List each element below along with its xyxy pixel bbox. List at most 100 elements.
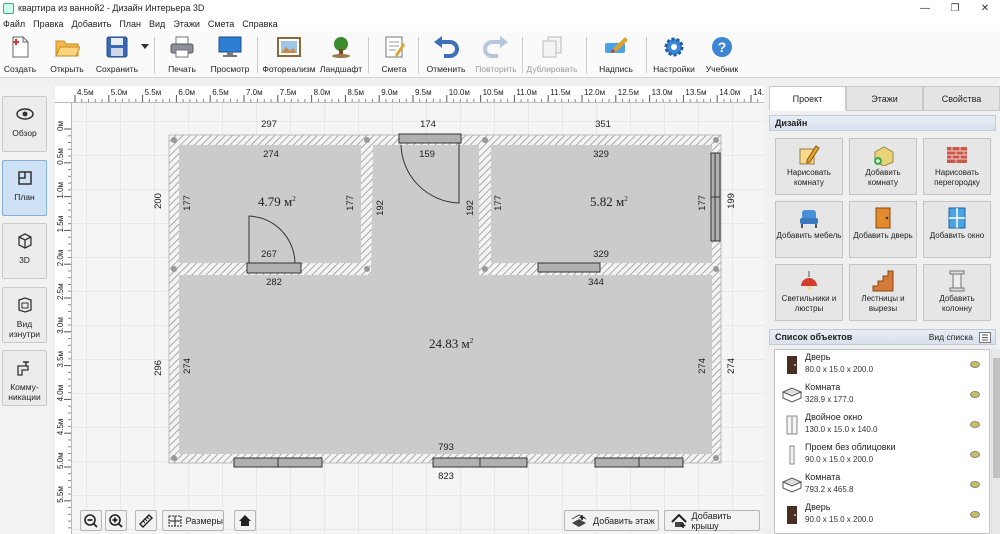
object-list: Дверь 80.0 x 15.0 x 200.0 Комната 328.9 … — [774, 349, 990, 534]
tab-floors[interactable]: Этажи — [846, 86, 923, 111]
visibility-icon[interactable] — [970, 421, 980, 428]
corridor[interactable] — [371, 145, 479, 263]
menu-add[interactable]: Добавить — [69, 19, 117, 29]
visibility-icon[interactable] — [970, 391, 980, 398]
undo-arrow-icon — [433, 34, 459, 60]
menu-help[interactable]: Справка — [239, 19, 282, 29]
print-button[interactable]: Печать — [164, 34, 200, 76]
add-floor-button[interactable]: Добавить этаж — [564, 510, 659, 531]
save-dropdown-arrow[interactable] — [140, 34, 150, 76]
tab-properties[interactable]: Свойства — [923, 86, 1000, 111]
preview-button[interactable]: Просмотр — [210, 34, 250, 76]
menu-view[interactable]: Вид — [146, 19, 170, 29]
visibility-icon[interactable] — [970, 451, 980, 458]
list-item[interactable]: Двойное окно 130.0 x 15.0 x 140.0 — [775, 410, 985, 440]
room2-opening[interactable] — [537, 262, 601, 273]
measure-button[interactable] — [135, 510, 157, 531]
printer-icon — [169, 34, 195, 60]
menu-file[interactable]: Файл — [0, 19, 30, 29]
ruler-label: 11.0м — [516, 88, 536, 97]
ruler-label: 9.0м — [381, 88, 398, 97]
open-button[interactable]: Открыть — [47, 34, 87, 76]
entrance-door[interactable] — [398, 133, 462, 144]
gear-icon — [661, 34, 687, 60]
duplicate-button[interactable]: Дублировать — [524, 34, 580, 76]
overview-button[interactable]: Обзор — [2, 96, 47, 152]
menu-estimate[interactable]: Смета — [205, 19, 239, 29]
view-3d-button[interactable]: 3D — [2, 223, 47, 279]
eye-icon — [15, 106, 34, 122]
faucet-icon — [16, 360, 34, 376]
double-window-icon — [781, 414, 803, 436]
minimize-button[interactable]: — — [910, 0, 940, 16]
redo-button[interactable]: Повторить — [474, 34, 518, 76]
dim-room1-right: 177 — [345, 195, 356, 211]
view-list-label[interactable]: Вид списка — [929, 332, 973, 342]
add-door-button[interactable]: Добавить дверь — [849, 201, 917, 258]
draw-partition-button[interactable]: Нарисовать перегородку — [923, 138, 991, 195]
landscape-button[interactable]: Ландшафт — [319, 34, 363, 76]
corridor-wall[interactable] — [361, 145, 373, 275]
dim-room2-width: 329 — [593, 149, 609, 160]
wall-corridor-right[interactable] — [479, 145, 491, 275]
menu-floors[interactable]: Этажи — [170, 19, 205, 29]
ruler-label: 14.5м — [753, 88, 764, 97]
save-button[interactable]: Сохранить — [94, 34, 140, 76]
settings-button[interactable]: Настройки — [652, 34, 696, 76]
undo-button[interactable]: Отменить — [426, 34, 466, 76]
tutorial-button[interactable]: ? Учебник — [702, 34, 742, 76]
big-room[interactable] — [179, 275, 712, 454]
add-column-button[interactable]: Добавить колонну — [923, 264, 991, 321]
home-button[interactable] — [234, 510, 256, 531]
ruler-label: 13.5м — [685, 88, 706, 97]
menu-edit[interactable]: Правка — [30, 19, 68, 29]
dimensions-button[interactable]: Размеры — [162, 510, 224, 531]
list-view-icon[interactable] — [979, 331, 991, 343]
ruler-label: 6.5м — [212, 88, 229, 97]
visibility-icon[interactable] — [970, 481, 980, 488]
zoom-out-button[interactable] — [80, 510, 102, 531]
visibility-icon[interactable] — [970, 511, 980, 518]
stairs-button[interactable]: Лестницы и вырезы — [849, 264, 917, 321]
ruler-label: 5.0м — [56, 452, 65, 469]
communications-button[interactable]: Комму- никации — [2, 350, 47, 406]
photoreal-button[interactable]: Фотореализм — [262, 34, 316, 76]
add-roof-icon — [671, 513, 687, 528]
object-list-scrollbar[interactable] — [991, 349, 1000, 534]
scrollbar-thumb[interactable] — [993, 358, 1000, 478]
corridor-gap — [371, 263, 479, 275]
list-item[interactable]: Комната 793.2 x 465.8 — [775, 470, 985, 500]
inside-view-button[interactable]: Вид изнутри — [2, 287, 47, 343]
lights-button[interactable]: Светильники и люстры — [775, 264, 843, 321]
create-button[interactable]: Создать — [2, 34, 38, 76]
dim-right-outer-bottom: 274 — [726, 358, 737, 374]
toolbar-divider — [418, 37, 419, 73]
estimate-button[interactable]: Смета — [378, 34, 410, 76]
add-room-icon — [872, 144, 894, 166]
list-item[interactable]: Комната 328.9 x 177.0 — [775, 380, 985, 410]
door-icon — [781, 504, 803, 526]
visibility-icon[interactable] — [970, 361, 980, 368]
zoom-out-icon — [84, 513, 98, 528]
close-button[interactable]: ✕ — [970, 0, 1000, 16]
list-item[interactable]: Дверь 80.0 x 15.0 x 200.0 — [775, 350, 985, 380]
tab-project[interactable]: Проект — [769, 86, 846, 111]
add-room-button[interactable]: Добавить комнату — [849, 138, 917, 195]
zoom-in-button[interactable] — [105, 510, 127, 531]
list-item[interactable]: Проем без облицовки 90.0 x 15.0 x 200.0 — [775, 440, 985, 470]
maximize-button[interactable]: ❐ — [940, 0, 970, 16]
list-item[interactable]: Дверь 90.0 x 15.0 x 200.0 — [775, 500, 985, 530]
plan-button[interactable]: План — [2, 160, 47, 216]
wall-mid-right[interactable] — [491, 263, 712, 275]
add-window-button[interactable]: Добавить окно — [923, 201, 991, 258]
notepad-icon — [381, 34, 407, 60]
add-roof-button[interactable]: Добавить крышу — [664, 510, 760, 531]
add-furniture-button[interactable]: Добавить мебель — [775, 201, 843, 258]
menu-plan[interactable]: План — [116, 19, 146, 29]
label-button[interactable]: Надпись — [596, 34, 636, 76]
ruler-label: 0м — [56, 121, 65, 131]
room1-door[interactable] — [246, 262, 302, 274]
plan-canvas[interactable]: 297 174 351 274 159 329 267 329 282 344 … — [55, 86, 764, 534]
draw-room-button[interactable]: Нарисовать комнату — [775, 138, 843, 195]
picture-icon — [276, 34, 302, 60]
